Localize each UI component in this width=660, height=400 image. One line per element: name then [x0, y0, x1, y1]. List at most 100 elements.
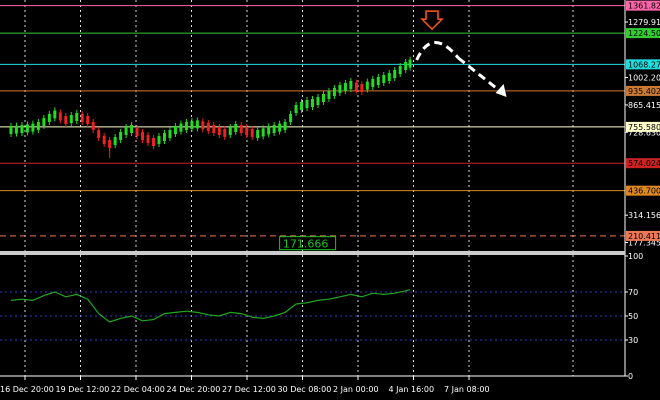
price-candle [31, 123, 35, 132]
price-candle [387, 73, 391, 81]
price-candle [141, 132, 145, 140]
price-candle [371, 79, 375, 87]
price-axis-tick-label: 1002.200 [628, 74, 660, 83]
price-candle [228, 127, 232, 135]
price-candle [42, 118, 46, 126]
rsi-axis-tick-label: 70 [628, 288, 638, 297]
price-candle [327, 91, 331, 99]
price-candle [360, 84, 364, 92]
price-candle [168, 130, 172, 138]
price-candle [86, 116, 90, 124]
price-candle [75, 113, 79, 121]
time-axis-label: 2 Jan 00:00 [333, 385, 379, 394]
price-candle [316, 97, 320, 105]
rsi-axis-tick-label: 30 [628, 336, 638, 345]
price-candle [195, 120, 199, 129]
price-candle [289, 114, 293, 122]
price-candle [365, 81, 369, 90]
price-level-badge-label: 1361.826 [628, 2, 660, 11]
time-axis-label: 30 Dec 08:00 [278, 385, 332, 394]
price-candle [354, 82, 358, 91]
price-candle [294, 105, 298, 113]
price-candle [278, 123, 282, 132]
time-axis-label: 16 Dec 20:00 [0, 385, 54, 394]
price-candle [393, 70, 397, 78]
price-candle [36, 122, 40, 130]
price-candle [47, 114, 51, 122]
chart-canvas: 171.666 1279.9151002.200865.415728.63031… [0, 0, 660, 400]
price-candle [25, 124, 29, 133]
rsi-axis-tick-label: 50 [628, 312, 638, 321]
price-candle [157, 136, 161, 144]
trading-chart: 171.666 1279.9151002.200865.415728.63031… [0, 0, 660, 400]
price-candle [239, 125, 243, 133]
price-candle [130, 125, 134, 133]
price-level-badge-label: 210.411 [628, 232, 660, 241]
price-candle [113, 137, 117, 145]
price-candle [135, 128, 139, 136]
price-candle [102, 136, 106, 144]
price-candle [404, 62, 408, 70]
price-candle [343, 83, 347, 91]
time-axis-label: 19 Dec 12:00 [56, 385, 110, 394]
price-candle [201, 121, 205, 130]
price-candle [250, 129, 254, 137]
price-candle [223, 129, 227, 137]
price-candle [64, 116, 68, 124]
price-candle [256, 130, 260, 138]
price-level-badge-label: 436.700 [628, 187, 660, 196]
price-candle [349, 81, 353, 89]
price-candle [338, 85, 342, 93]
price-candle [398, 66, 402, 74]
time-axis-label: 22 Dec 04:00 [111, 385, 165, 394]
price-candle [332, 88, 336, 96]
price-level-badge-label: 935.402 [628, 87, 660, 96]
price-candle [190, 121, 194, 129]
panel-separator [0, 251, 625, 255]
price-candle [311, 99, 314, 107]
price-candle [217, 127, 221, 135]
price-candle [261, 128, 265, 137]
price-candle [272, 125, 276, 133]
price-candle [234, 124, 238, 132]
time-axis-label: 4 Jan 16:00 [389, 385, 435, 394]
price-level-badge-label: 1068.270 [628, 60, 660, 69]
price-candle [97, 130, 101, 138]
price-candle [91, 122, 95, 130]
price-candle [69, 115, 73, 123]
rsi-axis-tick-label: 100 [628, 252, 643, 261]
price-candle [146, 135, 150, 143]
price-candle [173, 126, 177, 134]
price-candle [245, 127, 249, 135]
price-candle [305, 100, 309, 108]
time-axis-label: 7 Jan 08:00 [444, 385, 490, 394]
price-candle [53, 110, 57, 119]
rsi-axis-tick-label: 0 [628, 372, 633, 381]
price-candle [376, 77, 380, 85]
price-level-badge-label: 755.580 [628, 123, 660, 132]
price-candle [119, 132, 123, 140]
price-candle [152, 138, 156, 146]
price-candle [58, 112, 62, 121]
price-axis-tick-label: 1279.915 [628, 18, 660, 27]
price-candle [283, 122, 287, 130]
price-candle [408, 59, 412, 68]
price-candle [162, 133, 166, 141]
price-candle [206, 123, 210, 131]
price-level-badge-label: 574.024 [628, 159, 660, 168]
price-axis-tick-label: 314.156 [628, 211, 660, 220]
price-candle [14, 125, 18, 134]
time-axis-label: 24 Dec 20:00 [167, 385, 221, 394]
price-candle [184, 122, 188, 130]
price-candle [212, 125, 216, 133]
price-candle [267, 126, 271, 135]
price-level-badge-label: 1224.504 [628, 29, 660, 38]
price-candle [80, 114, 84, 122]
annotation-value-label: 171.666 [283, 238, 329, 251]
price-candle [382, 75, 386, 83]
price-candle [9, 126, 13, 134]
time-axis-label: 27 Dec 12:00 [222, 385, 276, 394]
price-candle [300, 102, 304, 110]
price-axis-tick-label: 865.415 [628, 101, 660, 110]
price-candle [20, 125, 24, 133]
